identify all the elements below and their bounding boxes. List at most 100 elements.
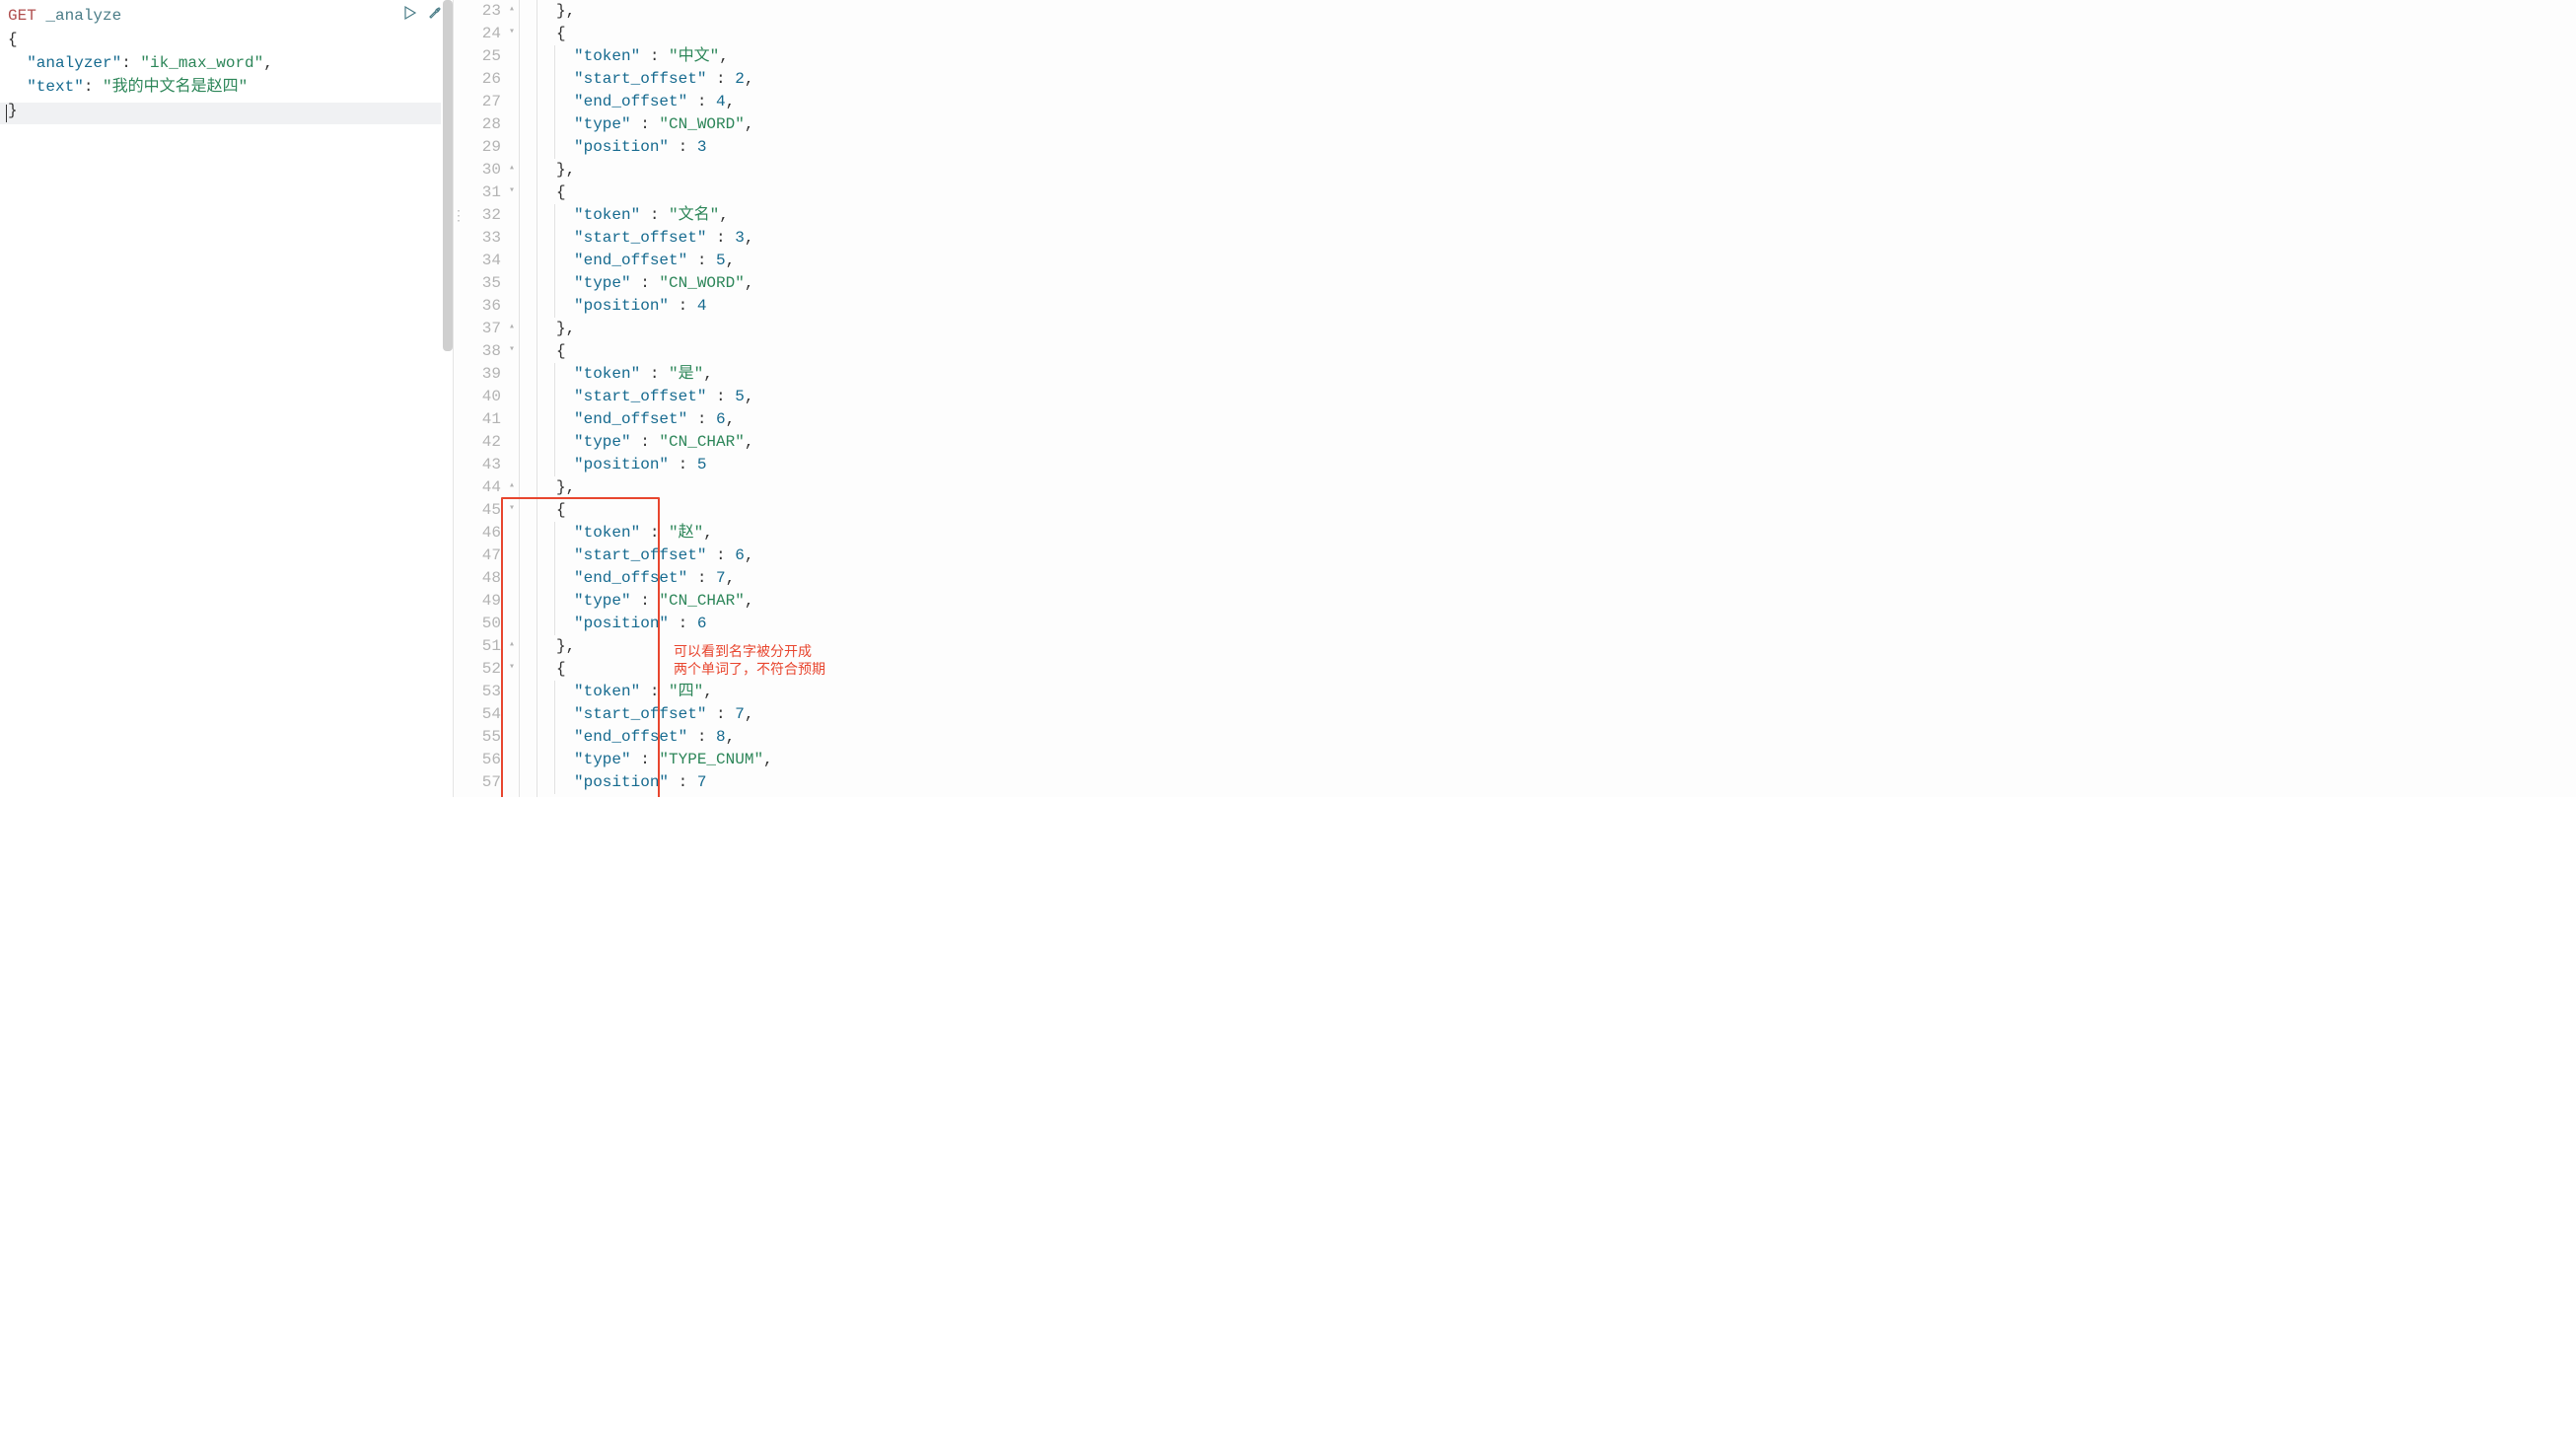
response-line: 43"position" : 5: [458, 454, 2576, 476]
response-line: 55 "end_offset" : 8,: [458, 726, 2576, 749]
line-number: 30: [458, 159, 505, 182]
indent-guides: [519, 182, 554, 204]
indent-guides: [519, 499, 554, 522]
response-line: 27"end_offset" : 4,: [458, 91, 2576, 113]
response-line: 57 "position" : 7: [458, 771, 2576, 794]
fold-toggle-icon: [505, 522, 519, 525]
line-content: "end_offset" : 5,: [572, 250, 735, 272]
response-line: 33"start_offset" : 3,: [458, 227, 2576, 250]
line-number: 34: [458, 250, 505, 272]
line-content: "start_offset" : 2,: [572, 68, 753, 91]
fold-toggle-icon[interactable]: ▾: [505, 182, 519, 199]
line-content: "type" : "CN_CHAR",: [572, 590, 753, 613]
indent-guides: [519, 363, 572, 386]
line-content: "position" : 7: [572, 771, 706, 794]
request-editor-pane[interactable]: GET _analyze { "analyzer": "ik_max_word"…: [0, 0, 454, 797]
response-line: 50 "position" : 6: [458, 613, 2576, 635]
line-number: 39: [458, 363, 505, 386]
fold-toggle-icon: [505, 681, 519, 684]
indent-guides: [519, 136, 572, 159]
line-number: 25: [458, 45, 505, 68]
fold-toggle-icon[interactable]: ▴: [505, 635, 519, 653]
fold-toggle-icon[interactable]: ▴: [505, 318, 519, 335]
indent-guides: [519, 454, 572, 476]
indent-guides: [519, 318, 554, 340]
response-line: 56"type" : "TYPE_CNUM",: [458, 749, 2576, 771]
line-content: "type" : "CN_CHAR",: [572, 431, 753, 454]
line-number: 23: [458, 0, 505, 23]
fold-toggle-icon[interactable]: ▴: [505, 0, 519, 18]
response-line: 46 "token" : "赵",: [458, 522, 2576, 545]
fold-toggle-icon[interactable]: ▴: [505, 794, 519, 797]
line-content: "token" : "四",: [572, 681, 713, 703]
indent-guides: [519, 635, 554, 658]
wrench-icon[interactable]: [425, 4, 443, 22]
indent-guides: [519, 794, 554, 797]
line-number: 53: [458, 681, 505, 703]
line-number: 49: [458, 590, 505, 613]
indent-guides: [519, 681, 572, 703]
line-number: 55: [458, 726, 505, 749]
fold-toggle-icon: [505, 386, 519, 389]
fold-toggle-icon[interactable]: ▴: [505, 159, 519, 177]
response-line: 28"type" : "CN_WORD",: [458, 113, 2576, 136]
line-number: 56: [458, 749, 505, 771]
line-number: 44: [458, 476, 505, 499]
response-line: 42"type" : "CN_CHAR",: [458, 431, 2576, 454]
indent-guides: [519, 340, 554, 363]
fold-toggle-icon: [505, 590, 519, 593]
indent-guides: [519, 703, 572, 726]
line-content: "start_offset" : 3,: [572, 227, 753, 250]
line-content: "position" : 5: [572, 454, 706, 476]
line-content: "end_offset" : 8,: [572, 726, 735, 749]
response-line: 44▴},: [458, 476, 2576, 499]
line-number: 35: [458, 272, 505, 295]
line-number: 24: [458, 23, 505, 45]
fold-toggle-icon[interactable]: ▾: [505, 23, 519, 40]
response-line: 37▴},: [458, 318, 2576, 340]
fold-toggle-icon: [505, 45, 519, 48]
indent-guides: [519, 567, 572, 590]
line-content: },: [554, 159, 575, 182]
fold-toggle-icon[interactable]: ▾: [505, 499, 519, 517]
indent-guides: [519, 386, 572, 408]
pane-resize-handle[interactable]: ⋮: [454, 215, 460, 239]
fold-toggle-icon: [505, 454, 519, 457]
fold-toggle-icon: [505, 250, 519, 253]
fold-toggle-icon: [505, 295, 519, 298]
line-content: "token" : "文名",: [572, 204, 729, 227]
request-body[interactable]: GET _analyze { "analyzer": "ik_max_word"…: [0, 0, 453, 126]
line-content: "token" : "是",: [572, 363, 713, 386]
indent-guides: [519, 113, 572, 136]
response-line: 36"position" : 4: [458, 295, 2576, 318]
indent-guides: [519, 45, 572, 68]
response-line: 49 "type" : "CN_CHAR",: [458, 590, 2576, 613]
line-number: 40: [458, 386, 505, 408]
indent-guides: [519, 91, 572, 113]
fold-toggle-icon[interactable]: ▴: [505, 476, 519, 494]
fold-toggle-icon[interactable]: ▾: [505, 340, 519, 358]
run-icon[interactable]: [401, 4, 419, 22]
fold-toggle-icon: [505, 567, 519, 570]
fold-toggle-icon: [505, 408, 519, 411]
fold-toggle-icon: [505, 272, 519, 275]
response-line: 34 "end_offset" : 5,: [458, 250, 2576, 272]
line-content: "token" : "中文",: [572, 45, 729, 68]
line-number: 46: [458, 522, 505, 545]
fold-toggle-icon: [505, 431, 519, 434]
response-viewer-pane[interactable]: ⋮ 23▴},24▾{25"token" : "中文",26"start_off…: [454, 0, 2576, 797]
fold-toggle-icon: [505, 113, 519, 116]
fold-toggle-icon: [505, 771, 519, 774]
line-content: },: [554, 318, 575, 340]
indent-guides: [519, 590, 572, 613]
scrollbar[interactable]: [443, 0, 453, 351]
fold-toggle-icon: [505, 703, 519, 706]
response-line: 24▾{: [458, 23, 2576, 45]
fold-toggle-icon[interactable]: ▾: [505, 658, 519, 676]
indent-guides: [519, 204, 572, 227]
line-content: "position" : 4: [572, 295, 706, 318]
line-content: "token" : "赵",: [572, 522, 713, 545]
line-number: 50: [458, 613, 505, 635]
line-content: "position" : 6: [572, 613, 706, 635]
line-number: 57: [458, 771, 505, 794]
